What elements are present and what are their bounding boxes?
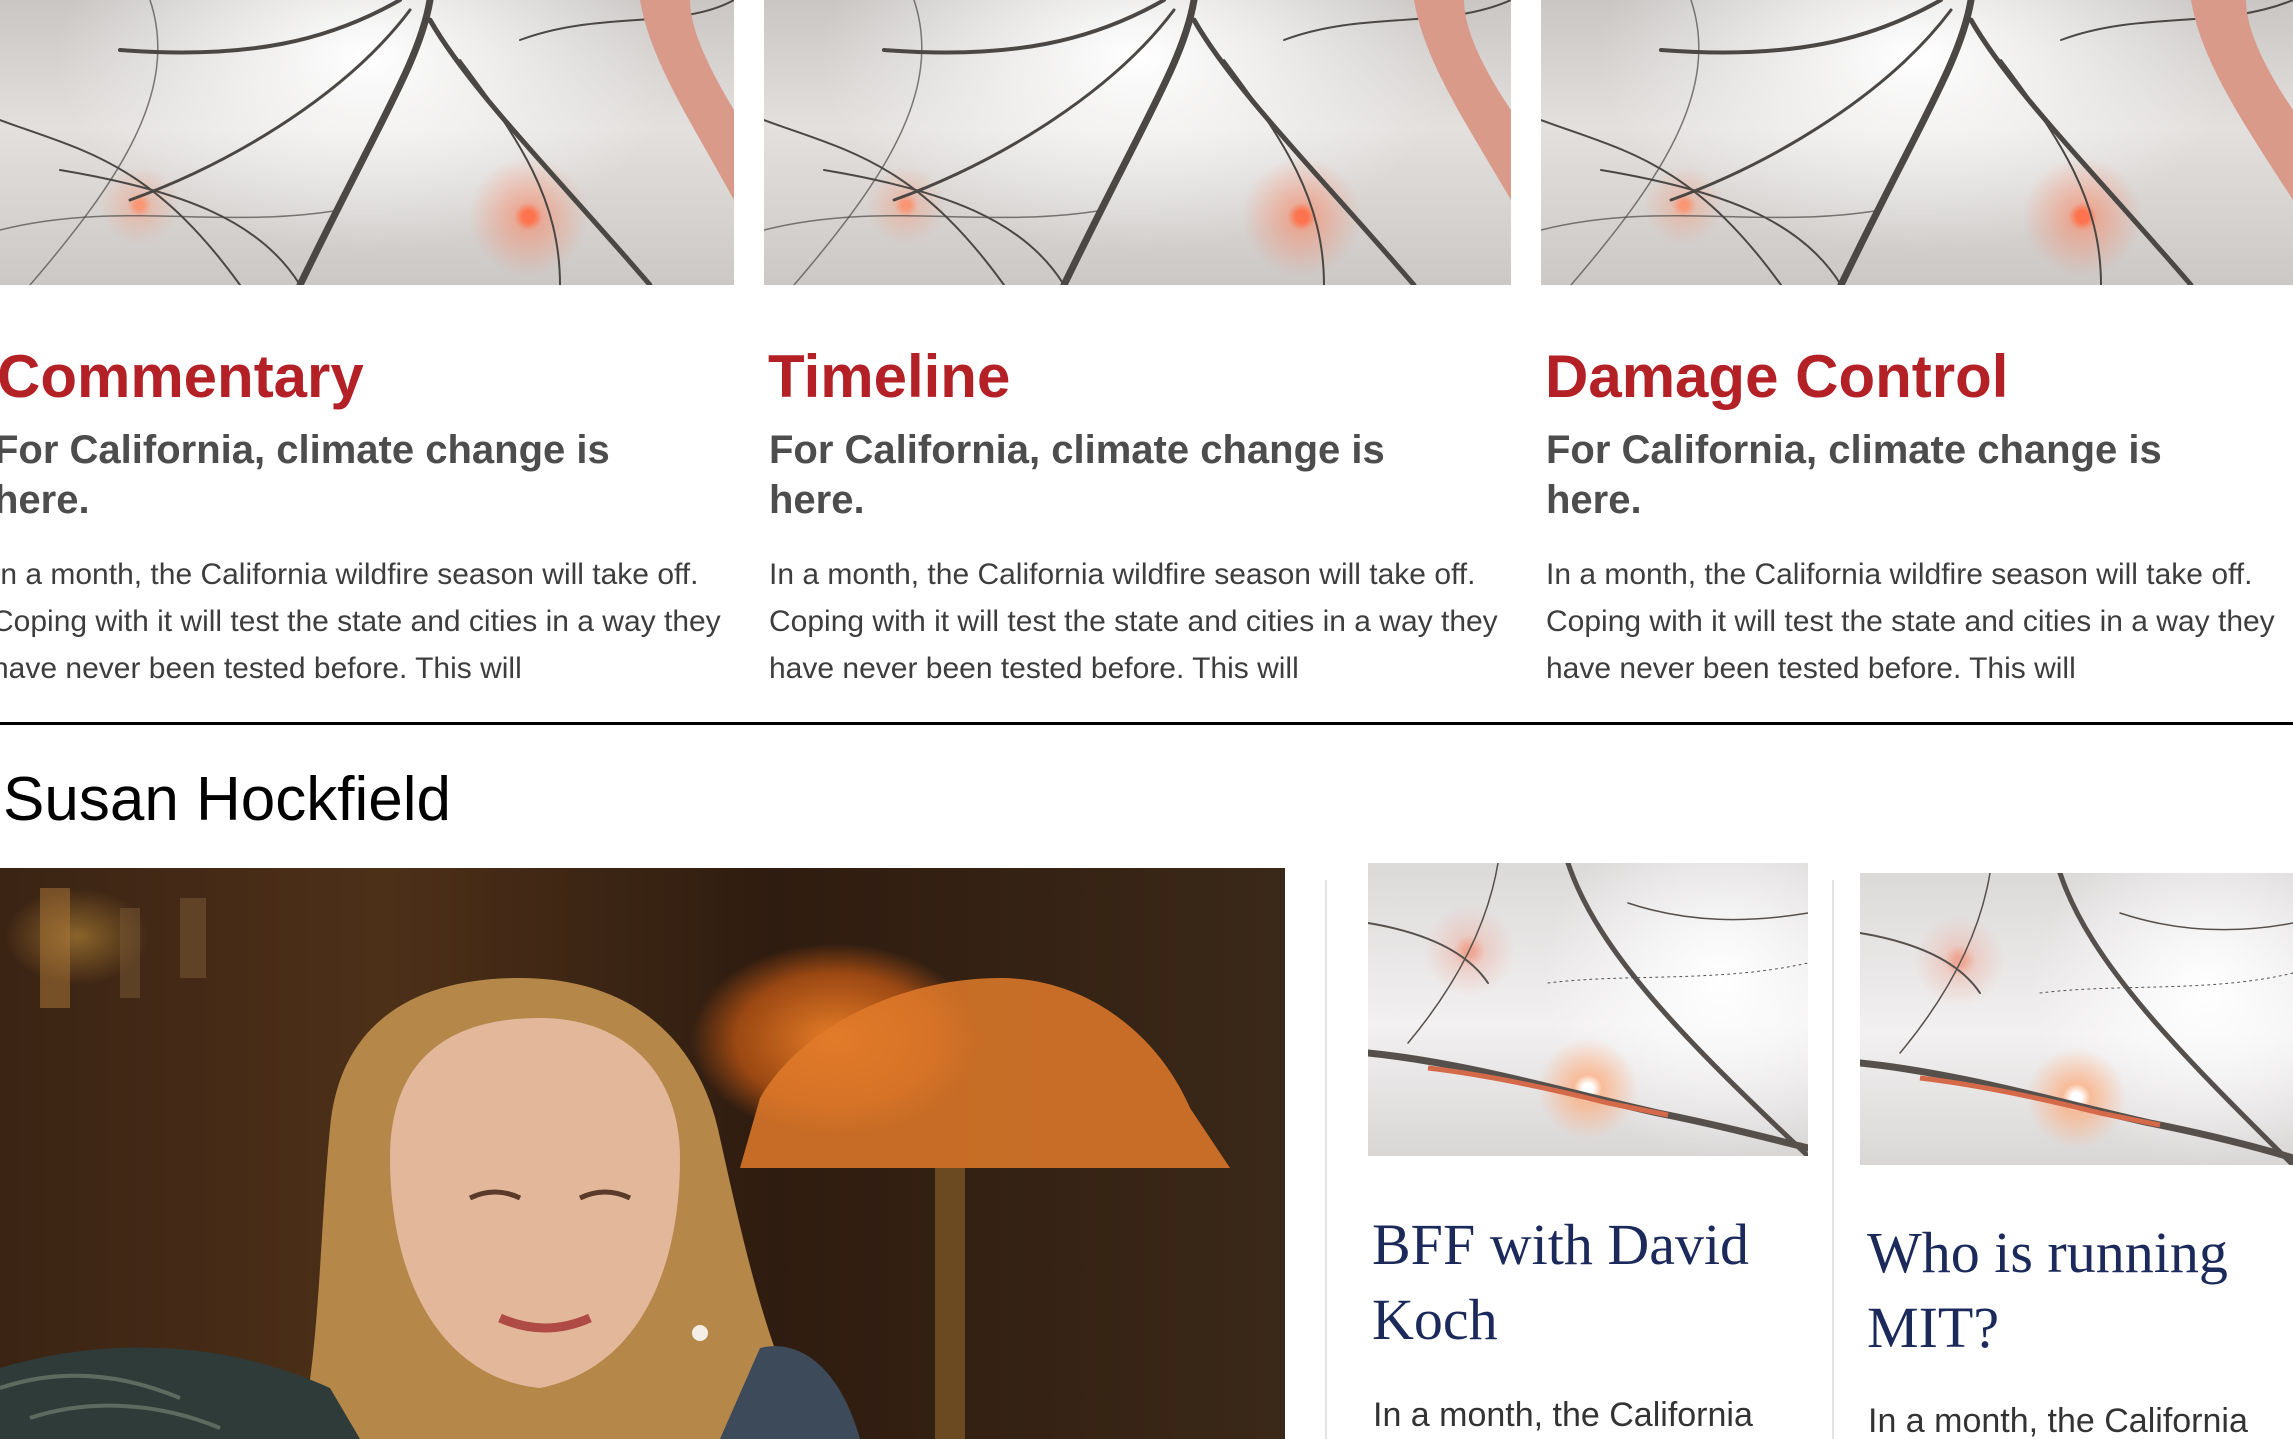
story-title[interactable]: BFF with David Koch xyxy=(1372,1207,1792,1357)
card-category[interactable]: Commentary xyxy=(0,342,364,412)
card-headline[interactable]: For California, climate change is here. xyxy=(1546,425,2246,525)
story-image[interactable] xyxy=(1860,873,2293,1165)
feature-image[interactable] xyxy=(0,868,1285,1439)
card-headline[interactable]: For California, climate change is here. xyxy=(0,425,694,525)
card-image[interactable] xyxy=(1541,0,2293,285)
story-image[interactable] xyxy=(1368,863,1808,1156)
column-divider xyxy=(1832,880,1834,1439)
card-excerpt: In a month, the California wildfire seas… xyxy=(1546,558,2275,685)
neuron-image xyxy=(1368,863,1808,1156)
story-title[interactable]: Who is running MIT? xyxy=(1867,1215,2287,1365)
card-category[interactable]: Timeline xyxy=(768,342,1010,412)
neuron-image xyxy=(764,0,1511,285)
section-title: Susan Hockfield xyxy=(3,765,452,834)
neuron-image xyxy=(0,0,734,285)
card-category[interactable]: Damage Control xyxy=(1545,342,2008,412)
portrait-photo xyxy=(0,888,1230,1439)
card-excerpt: In a month, the California wildfire seas… xyxy=(769,558,1498,685)
neuron-image xyxy=(1860,873,2293,1165)
column-divider xyxy=(1325,880,1327,1439)
card-headline[interactable]: For California, climate change is here. xyxy=(769,425,1469,525)
card-image[interactable] xyxy=(0,0,734,285)
story-excerpt: In a month, the California xyxy=(1373,1396,1753,1434)
card-image[interactable] xyxy=(764,0,1511,285)
neuron-image xyxy=(1541,0,2293,285)
card-excerpt: In a month, the California wildfire seas… xyxy=(0,558,721,685)
story-excerpt: In a month, the California xyxy=(1868,1402,2248,1439)
section-divider xyxy=(0,722,2293,725)
